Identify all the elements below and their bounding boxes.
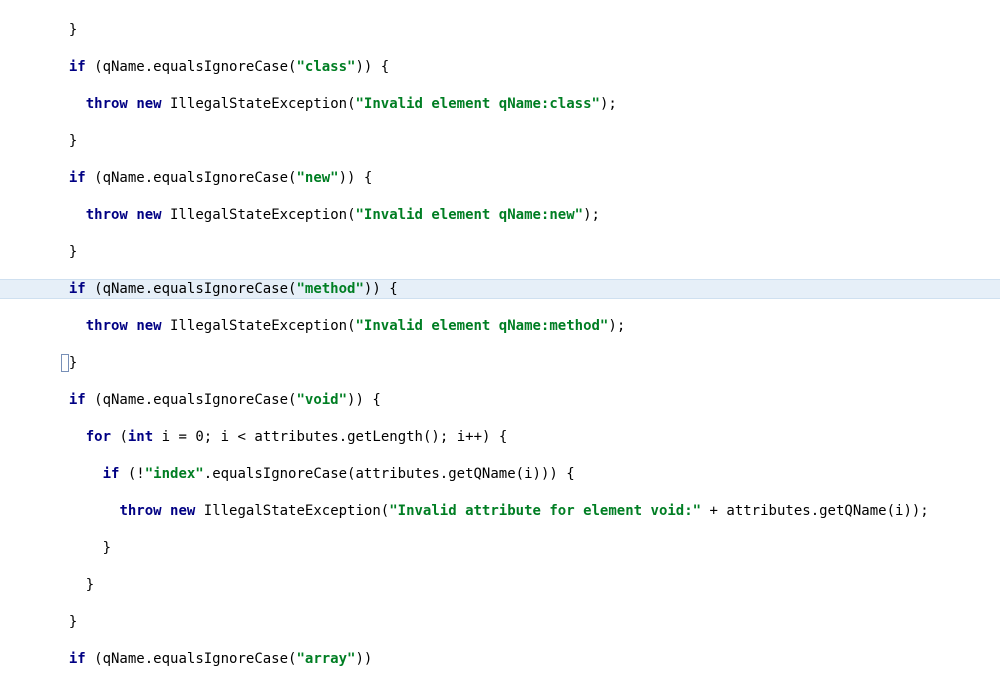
code-line: throw new IllegalStateException("Invalid… (0, 317, 1000, 336)
code-line: for (int i = 0; i < attributes.getLength… (0, 428, 1000, 447)
code-line: if (!"index".equalsIgnoreCase(attributes… (0, 465, 1000, 484)
code-line: if (qName.equalsIgnoreCase("void")) { (0, 391, 1000, 410)
text-caret (61, 354, 69, 373)
code-line: throw new IllegalStateException("Invalid… (0, 95, 1000, 114)
code-line-highlighted: if (qName.equalsIgnoreCase("method")) { (0, 280, 1000, 299)
code-line: } (0, 21, 1000, 40)
code-line: } (0, 132, 1000, 151)
code-line: throw new IllegalStateException("Invalid… (0, 206, 1000, 225)
code-line: } (0, 354, 1000, 373)
code-viewer[interactable]: } if (qName.equalsIgnoreCase("class")) {… (0, 0, 1000, 682)
code-line: } (0, 243, 1000, 262)
code-line: } (0, 539, 1000, 558)
code-line: } (0, 613, 1000, 632)
code-line: if (qName.equalsIgnoreCase("array")) (0, 650, 1000, 669)
code-line: if (qName.equalsIgnoreCase("new")) { (0, 169, 1000, 188)
code-line: throw new IllegalStateException("Invalid… (0, 502, 1000, 521)
code-line: } (0, 576, 1000, 595)
code-line: if (qName.equalsIgnoreCase("class")) { (0, 58, 1000, 77)
